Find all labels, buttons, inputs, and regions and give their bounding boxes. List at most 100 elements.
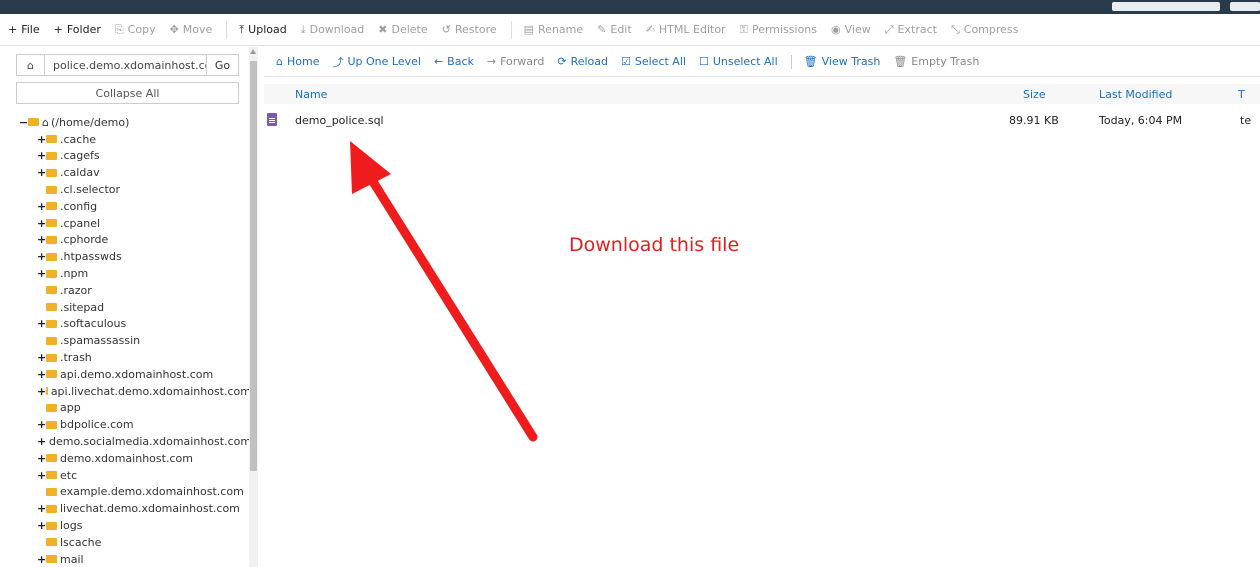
- tree-item[interactable]: .razor: [19, 282, 251, 299]
- upload-button[interactable]: ⤒ Upload: [239, 23, 286, 37]
- reload-button[interactable]: ⟳ Reload: [557, 55, 608, 68]
- collapse-all-button[interactable]: Collapse All: [16, 82, 239, 104]
- expand-icon[interactable]: +: [37, 233, 46, 246]
- expand-icon[interactable]: +: [37, 149, 46, 162]
- tree-item[interactable]: + .softaculous: [19, 316, 251, 333]
- rename-button[interactable]: ▤ Rename: [524, 23, 584, 36]
- table-row[interactable]: demo_police.sql 89.91 KB Today, 6:04 PM …: [264, 111, 1260, 131]
- view-trash-button[interactable]: 🗑 View Trash: [804, 55, 881, 68]
- tree-item[interactable]: + .htpasswds: [19, 248, 251, 265]
- tree-item[interactable]: lscache: [19, 534, 251, 551]
- tree-item[interactable]: + demo.socialmedia.xdomainhost.com: [19, 433, 251, 450]
- compress-icon: ⤡: [950, 22, 960, 36]
- column-name[interactable]: Name: [295, 88, 327, 101]
- folder-icon: [46, 219, 57, 228]
- expand-icon[interactable]: +: [37, 166, 46, 179]
- select-all-button[interactable]: ☑ Select All: [621, 55, 686, 68]
- copy-button[interactable]: ⎘ Copy: [115, 23, 156, 37]
- restore-button[interactable]: ↺ Restore: [442, 23, 497, 36]
- expand-icon[interactable]: +: [37, 133, 46, 146]
- column-type[interactable]: T: [1238, 88, 1245, 101]
- expand-icon[interactable]: +: [37, 502, 46, 515]
- folder-icon: [46, 151, 57, 160]
- tree-item[interactable]: + logs: [19, 517, 251, 534]
- expand-icon[interactable]: +: [37, 435, 46, 448]
- html-editor-button[interactable]: ✍ HTML Editor: [646, 23, 726, 36]
- delete-button[interactable]: ✖ Delete: [378, 23, 427, 36]
- upload-label: Upload: [248, 23, 287, 36]
- tree-item-label: .softaculous: [60, 317, 127, 331]
- column-last-modified[interactable]: Last Modified: [1099, 88, 1172, 101]
- rename-icon: ▤: [523, 23, 535, 36]
- tree-item[interactable]: app: [19, 400, 251, 417]
- column-size[interactable]: Size: [1023, 88, 1046, 101]
- tree-item[interactable]: + bdpolice.com: [19, 416, 251, 433]
- edit-icon: ✎: [597, 23, 607, 36]
- home-icon: ⌂: [276, 55, 283, 68]
- view-button[interactable]: ◉ View: [831, 23, 871, 36]
- tree-item[interactable]: + .cache: [19, 131, 251, 148]
- tree-item[interactable]: + .cphorde: [19, 232, 251, 249]
- file-name[interactable]: demo_police.sql: [295, 114, 384, 127]
- tree-item[interactable]: + api.demo.xdomainhost.com: [19, 366, 251, 383]
- tree-item[interactable]: + api.livechat.demo.xdomainhost.com: [19, 383, 251, 400]
- tree-item[interactable]: + .cpanel: [19, 215, 251, 232]
- scroll-up-icon[interactable]: [250, 49, 256, 54]
- expand-icon[interactable]: +: [37, 519, 46, 532]
- scrollbar-thumb[interactable]: [250, 61, 257, 471]
- tree-item[interactable]: .sitepad: [19, 299, 251, 316]
- upload-icon: ⤒: [239, 22, 245, 36]
- tree-item[interactable]: .cl.selector: [19, 181, 251, 198]
- tree-item-label: .caldav: [60, 166, 100, 180]
- file-icon: +: [8, 23, 18, 36]
- folder-button[interactable]: + Folder: [54, 23, 101, 36]
- expand-icon[interactable]: +: [37, 418, 46, 431]
- tree-item[interactable]: + etc: [19, 467, 251, 484]
- home-button[interactable]: ⌂ Home: [276, 55, 319, 68]
- back-button[interactable]: ← Back: [434, 55, 474, 68]
- expand-icon[interactable]: +: [37, 317, 46, 330]
- permissions-button[interactable]: ⚿ Permissions: [740, 23, 817, 37]
- go-button[interactable]: Go: [206, 55, 238, 75]
- tree-item[interactable]: + .caldav: [19, 164, 251, 181]
- expand-icon[interactable]: +: [37, 351, 46, 364]
- sidebar-scrollbar[interactable]: [249, 47, 258, 567]
- path-input[interactable]: [45, 55, 206, 75]
- tree-item[interactable]: + .cagefs: [19, 148, 251, 165]
- edit-button[interactable]: ✎ Edit: [597, 23, 632, 36]
- expand-icon[interactable]: +: [37, 553, 46, 566]
- extract-button[interactable]: ⤢ Extract: [885, 23, 937, 37]
- compress-button[interactable]: ⤡ Compress: [951, 23, 1018, 37]
- tree-item[interactable]: + .config: [19, 198, 251, 215]
- tree-root[interactable]: − ⌂ (/home/demo): [19, 114, 251, 131]
- expand-icon[interactable]: +: [37, 368, 46, 381]
- file-button[interactable]: + File: [8, 23, 40, 36]
- tree-item[interactable]: example.demo.xdomainhost.com: [19, 484, 251, 501]
- move-button[interactable]: ✥ Move: [170, 23, 213, 36]
- expand-icon[interactable]: +: [37, 267, 46, 280]
- tree-item[interactable]: + .npm: [19, 265, 251, 282]
- empty-trash-button[interactable]: 🗑 Empty Trash: [893, 55, 979, 68]
- expand-icon[interactable]: +: [37, 385, 46, 398]
- header-user-box[interactable]: [1230, 2, 1260, 11]
- header-search-box[interactable]: [1112, 2, 1220, 11]
- tree-item[interactable]: .spamassassin: [19, 332, 251, 349]
- download-button[interactable]: ⤓ Download: [301, 23, 365, 37]
- tree-item[interactable]: + mail: [19, 551, 251, 567]
- select-all-icon: ☑: [621, 55, 631, 68]
- forward-button[interactable]: → Forward: [487, 55, 544, 68]
- unselect-all-button[interactable]: ☐ Unselect All: [699, 55, 778, 68]
- expand-icon[interactable]: +: [37, 452, 46, 465]
- expand-icon[interactable]: +: [37, 469, 46, 482]
- expand-icon[interactable]: +: [37, 217, 46, 230]
- forward-icon: →: [486, 55, 497, 68]
- expand-icon[interactable]: +: [37, 250, 46, 263]
- expand-icon[interactable]: +: [37, 200, 46, 213]
- folder-icon: [46, 454, 57, 463]
- tree-item[interactable]: + .trash: [19, 349, 251, 366]
- home-icon[interactable]: ⌂: [17, 55, 45, 75]
- up-one-level-button[interactable]: ⤴ Up One Level: [332, 54, 420, 70]
- tree-item[interactable]: + livechat.demo.xdomainhost.com: [19, 500, 251, 517]
- collapse-icon[interactable]: −: [19, 116, 28, 129]
- tree-item[interactable]: + demo.xdomainhost.com: [19, 450, 251, 467]
